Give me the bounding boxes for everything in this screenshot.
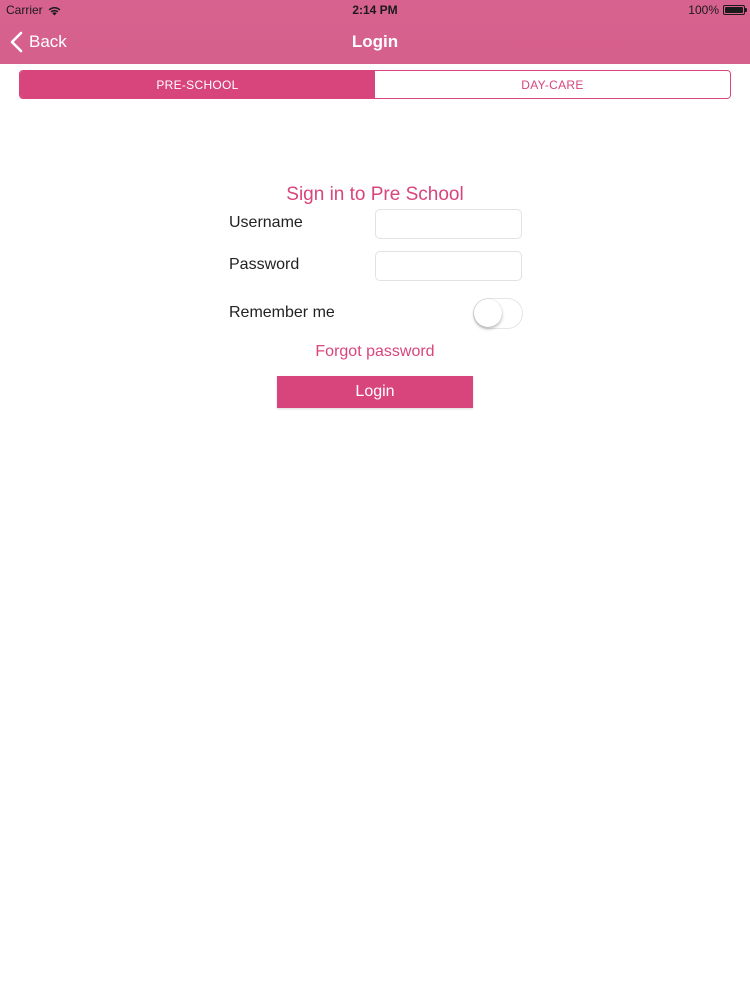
form-title: Sign in to Pre School [286, 184, 464, 205]
battery-indicator: 100% [688, 3, 747, 17]
password-label: Password [229, 256, 300, 273]
username-field[interactable] [375, 209, 522, 239]
clock: 2:14 PM [352, 3, 398, 17]
remember-me-toggle[interactable] [473, 298, 523, 329]
username-label: Username [229, 214, 303, 231]
navigation-bar: Back Login [0, 20, 750, 64]
remember-me-label: Remember me [229, 304, 335, 321]
segment-label: DAY-CARE [521, 77, 584, 92]
forgot-password-link[interactable]: Forgot password [0, 343, 750, 361]
password-field[interactable] [375, 251, 522, 281]
battery-icon [723, 5, 747, 15]
toggle-knob [474, 299, 502, 327]
status-bar: Carrier 2:14 PM 100% [0, 0, 750, 20]
battery-percent: 100% [688, 3, 719, 17]
page-title: Login [351, 32, 399, 51]
login-screen: Carrier 2:14 PM 100% Back Login PRE-SCHO… [0, 0, 750, 1000]
segment-label: PRE-SCHOOL [156, 77, 239, 92]
login-button[interactable]: Login [277, 376, 473, 408]
school-type-segmented-control: PRE-SCHOOL DAY-CARE [19, 70, 731, 99]
segment-pre-school[interactable]: PRE-SCHOOL [20, 71, 375, 98]
segment-day-care[interactable]: DAY-CARE [375, 71, 730, 98]
header: Carrier 2:14 PM 100% Back Login [0, 0, 750, 64]
